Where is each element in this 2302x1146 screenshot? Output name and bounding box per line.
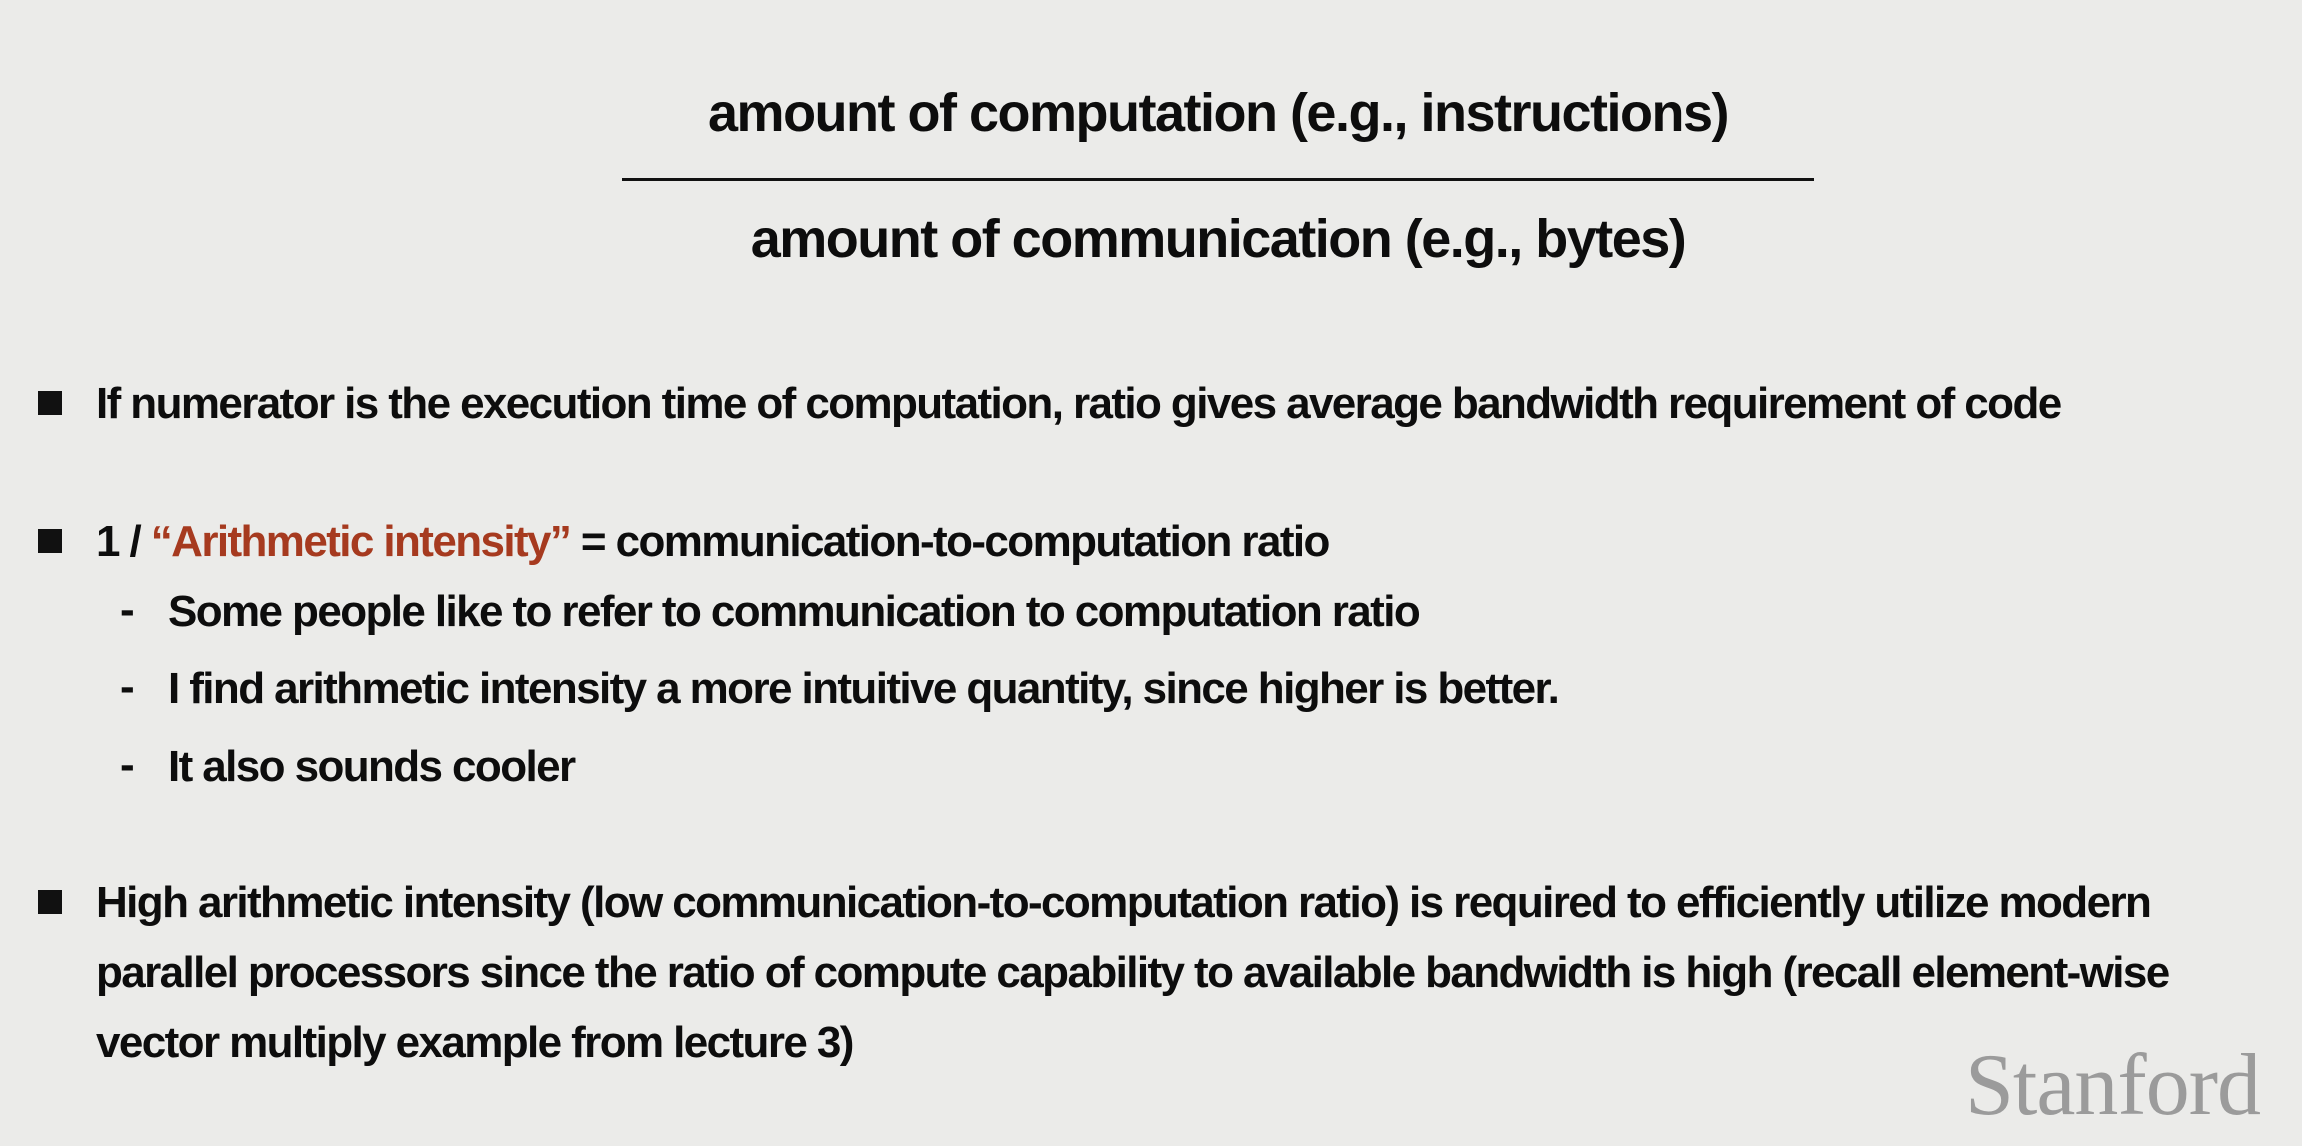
bullet-square-icon [38, 890, 62, 914]
sub-item-2: I find arithmetic intensity a more intui… [168, 664, 1560, 713]
bullet-3-line-1: High arithmetic intensity (low communica… [96, 878, 2152, 927]
stanford-logo: Stanford [1964, 1037, 2261, 1134]
fraction-numerator: amount of computation (e.g., instruction… [708, 83, 1729, 143]
sub-bullet-dash: - [120, 662, 135, 711]
sub-bullet-dash: - [120, 740, 135, 789]
bullet-square-icon [38, 529, 62, 553]
bullet-square-icon [38, 391, 62, 415]
slide: amount of computation (e.g., instruction… [0, 0, 2302, 1146]
bullet-2-prefix: 1 / [96, 517, 151, 566]
bullet-3-line-3: vector multiply example from lecture 3) [96, 1018, 854, 1067]
sub-item-3: It also sounds cooler [168, 742, 576, 791]
bullet-3-line-2: parallel processors since the ratio of c… [96, 948, 2170, 997]
sub-bullet-dash: - [120, 585, 135, 634]
fraction-denominator: amount of communication (e.g., bytes) [750, 209, 1687, 269]
arithmetic-intensity-highlight: “Arithmetic intensity” [150, 517, 572, 566]
bullet-2-text: 1 / “Arithmetic intensity” = communicati… [96, 517, 1330, 566]
bullet-1-text: If numerator is the execution time of co… [96, 379, 2062, 428]
sub-item-1: Some people like to refer to communicati… [168, 587, 1421, 636]
bullet-2-suffix: = communication-to-computation ratio [570, 517, 1330, 566]
fraction-bar [622, 178, 1814, 181]
